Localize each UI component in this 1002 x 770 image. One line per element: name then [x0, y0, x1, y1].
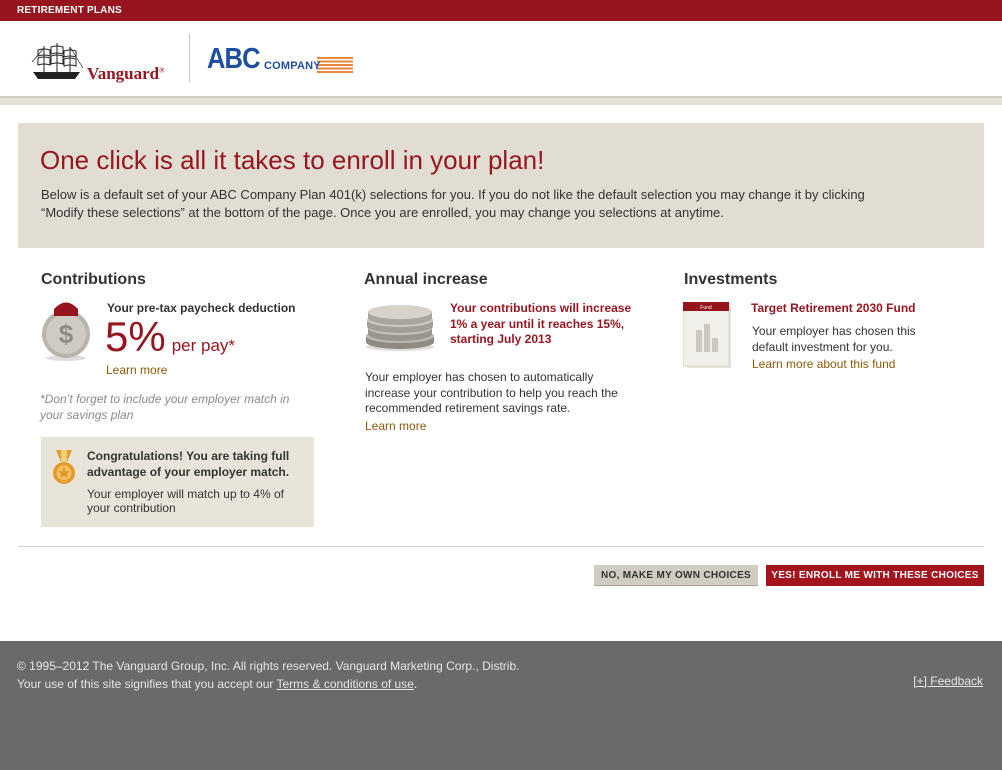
congrats-text: Your employer will match up to 4% of you… — [87, 487, 284, 515]
congrats-panel: Congratulations! You are taking full adv… — [41, 437, 314, 527]
abc-company-logo: ABC COMPANY — [207, 44, 357, 76]
fund-icon-label: Fund — [700, 305, 712, 311]
fund-name: Target Retirement 2030 Fund — [751, 301, 916, 315]
vanguard-wordmark: Vanguard® — [87, 64, 165, 83]
contributions-title: Contributions — [41, 271, 146, 288]
hero-panel: One click is all it takes to enroll in y… — [18, 123, 984, 248]
header-rule — [0, 96, 1002, 105]
vanguard-logo[interactable]: Vanguard® — [30, 42, 180, 84]
terms-suffix: . — [413, 677, 418, 691]
section-label: RETIREMENT PLANS — [17, 5, 122, 16]
page-title: One click is all it takes to enroll in y… — [40, 145, 545, 175]
top-bar: RETIREMENT PLANS — [0, 0, 1002, 21]
abc-wordmark: ABC — [207, 43, 261, 75]
footer: © 1995–2012 The Vanguard Group, Inc. All… — [0, 641, 1002, 770]
employer-match-note: *Don’t forget to include your employer m… — [40, 392, 290, 422]
section-divider — [18, 546, 984, 547]
increase-learn-more-link[interactable]: Learn more — [365, 419, 426, 433]
deduction-unit: per pay* — [171, 336, 236, 355]
contributions-learn-more-link[interactable]: Learn more — [106, 363, 167, 377]
terms-prefix: Your use of this site signifies that you… — [17, 677, 277, 691]
svg-text:$: $ — [59, 319, 74, 349]
abc-company-text: COMPANY — [264, 60, 321, 72]
deduction-value: 5% per pay* — [105, 313, 235, 361]
medal-icon — [53, 450, 75, 484]
feedback-link[interactable]: [+] Feedback — [913, 674, 983, 688]
investments-title: Investments — [684, 271, 778, 288]
logo-divider — [189, 34, 190, 82]
fund-description-block: Your employer has chosen this default in… — [752, 324, 952, 373]
deduction-percent: 5% — [105, 313, 166, 360]
fund-document-icon: Fund — [683, 302, 731, 368]
ship-icon — [31, 43, 84, 79]
increase-description: Your employer has chosen to automaticall… — [365, 370, 618, 415]
fund-learn-more-link[interactable]: Learn more about this fund — [752, 357, 895, 371]
fund-description: Your employer has chosen this default in… — [752, 324, 916, 354]
enroll-button[interactable]: YES! ENROLL ME WITH THESE CHOICES — [766, 565, 984, 586]
terms-text: Your use of this site signifies that you… — [17, 677, 417, 691]
hero-description: Below is a default set of your ABC Compa… — [41, 187, 865, 220]
congrats-title: Congratulations! You are taking full adv… — [87, 449, 290, 479]
annual-increase-title: Annual increase — [364, 271, 488, 288]
coin-stack-icon — [366, 305, 434, 351]
terms-link[interactable]: Terms & conditions of use — [277, 677, 414, 691]
increase-headline: Your contributions will increase 1% a ye… — [450, 301, 632, 346]
dollar-coin-icon: $ — [42, 302, 90, 361]
copyright-text: © 1995–2012 The Vanguard Group, Inc. All… — [17, 659, 520, 673]
make-own-choices-button[interactable]: NO, MAKE MY OWN CHOICES — [594, 565, 758, 586]
increase-description-block: Your employer has chosen to automaticall… — [365, 370, 635, 435]
logo-stripes — [317, 57, 353, 73]
